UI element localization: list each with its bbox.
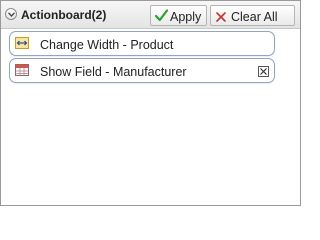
table-field-icon bbox=[15, 64, 29, 76]
actionboard-title: Actionboard(2) bbox=[21, 8, 107, 22]
clear-all-button-label: Clear All bbox=[231, 10, 278, 24]
x-icon bbox=[216, 11, 226, 25]
actionboard-panel: Actionboard(2) Apply Clear All Change Wi… bbox=[0, 0, 301, 206]
action-item-label: Change Width - Product bbox=[40, 38, 174, 52]
action-item-label: Show Field - Manufacturer bbox=[40, 65, 187, 79]
checkmark-icon bbox=[154, 9, 169, 25]
chevron-down-circle-icon[interactable] bbox=[5, 8, 17, 20]
close-box-icon[interactable] bbox=[258, 66, 269, 77]
action-item-show-field[interactable]: Show Field - Manufacturer bbox=[9, 58, 275, 83]
actionboard-header: Actionboard(2) Apply Clear All bbox=[1, 1, 300, 29]
apply-button[interactable]: Apply bbox=[150, 5, 207, 26]
apply-button-label: Apply bbox=[170, 10, 202, 24]
clear-all-button[interactable]: Clear All bbox=[210, 5, 295, 26]
action-item-change-width[interactable]: Change Width - Product bbox=[9, 31, 275, 56]
resize-width-icon bbox=[15, 37, 29, 49]
